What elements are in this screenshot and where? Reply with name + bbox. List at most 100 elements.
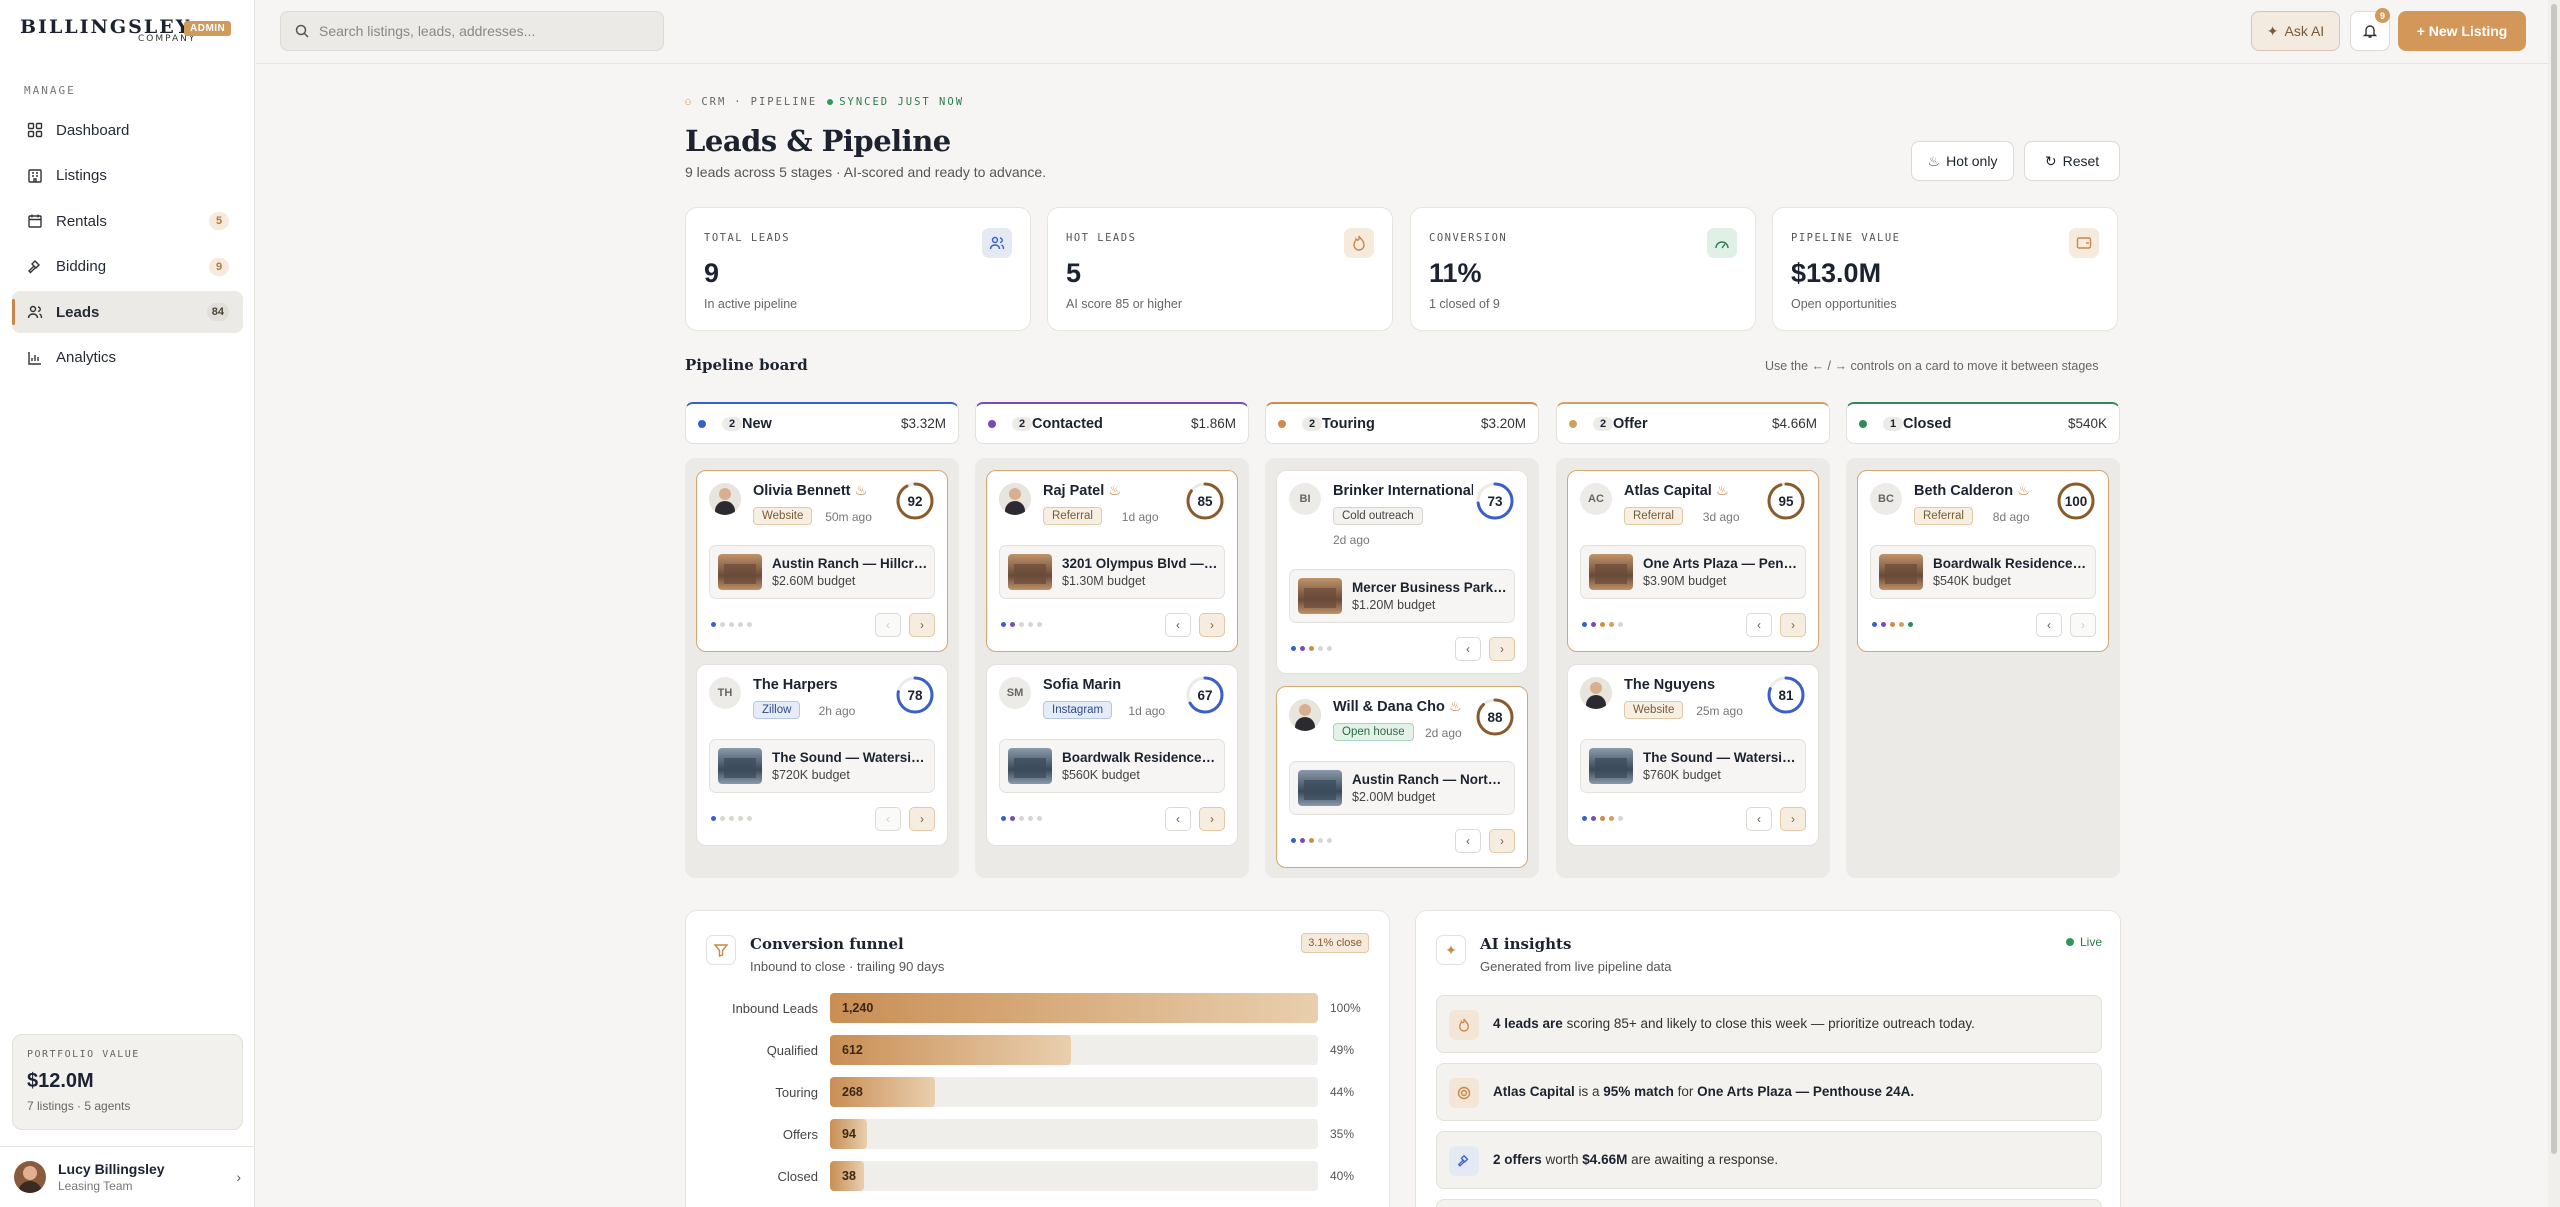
lead-card[interactable]: TH The Harpers Zillow 2h ago 78 The Sound — W… bbox=[696, 664, 948, 846]
move-next-button[interactable]: › bbox=[2070, 613, 2096, 637]
brand-logo[interactable]: BILLINGSLEY COMPANY ADMIN bbox=[20, 16, 235, 50]
lead-name[interactable]: Beth Calderon ♨ bbox=[1914, 483, 2054, 499]
funnel-row: Touring 268 44% bbox=[706, 1077, 1366, 1107]
move-prev-button[interactable]: ‹ bbox=[1455, 637, 1481, 661]
property-chip[interactable]: Austin Ranch — Hillcrest Estates $2.60M b… bbox=[709, 545, 935, 599]
insight-item[interactable]: Atlas Capital is a 95% match for One Art… bbox=[1436, 1063, 2102, 1121]
sidebar-item-rentals[interactable]: Rentals 5 bbox=[12, 200, 243, 242]
property-chip[interactable]: Boardwalk Residences — Unit 12 $560K budg… bbox=[999, 739, 1225, 793]
scrollbar-thumb[interactable] bbox=[2551, 4, 2557, 1154]
sidebar-item-bidding[interactable]: Bidding 9 bbox=[12, 246, 243, 288]
move-next-button[interactable]: › bbox=[1780, 807, 1806, 831]
sidebar-item-listings[interactable]: Listings bbox=[12, 155, 243, 197]
move-prev-button[interactable]: ‹ bbox=[1746, 807, 1772, 831]
lead-source-tag: Referral bbox=[1043, 507, 1102, 525]
lead-name[interactable]: The Nguyens bbox=[1624, 677, 1764, 693]
move-prev-button[interactable]: ‹ bbox=[875, 613, 901, 637]
ask-ai-button[interactable]: ✦ Ask AI bbox=[2251, 11, 2340, 51]
new-listing-button[interactable]: + New Listing bbox=[2398, 11, 2526, 51]
lead-name[interactable]: Olivia Bennett ♨ bbox=[753, 483, 893, 499]
lead-name[interactable]: Sofia Marin bbox=[1043, 677, 1183, 693]
stage-progress-dot bbox=[1028, 622, 1033, 627]
lead-time: 1d ago bbox=[1128, 704, 1166, 718]
sidebar-item-analytics[interactable]: Analytics bbox=[12, 337, 243, 379]
lead-source-tag: Referral bbox=[1914, 507, 1973, 525]
chevron-left-icon: ‹ bbox=[1176, 618, 1180, 632]
insight-item[interactable]: 2 offers worth $4.66M are awaiting a res… bbox=[1436, 1131, 2102, 1189]
lead-card[interactable]: Will & Dana Cho ♨ Open house 2d ago 88 Austi… bbox=[1276, 686, 1528, 868]
lead-card[interactable]: BC Beth Calderon ♨ Referral 8d ago 100 Boardw… bbox=[1857, 470, 2109, 652]
flame-icon: ♨ bbox=[1927, 152, 1941, 169]
move-prev-button[interactable]: ‹ bbox=[1165, 613, 1191, 637]
hot-only-button[interactable]: ♨ Hot only bbox=[1911, 141, 2014, 181]
move-next-button[interactable]: › bbox=[1199, 807, 1225, 831]
ai-insights-panel: ✦ AI insights Generated from live pipeli… bbox=[1415, 910, 2121, 1207]
sidebar-item-dashboard[interactable]: Dashboard bbox=[12, 109, 243, 151]
lead-card[interactable]: AC Atlas Capital ♨ Referral 3d ago 95 One Art… bbox=[1567, 470, 1819, 652]
stage-progress bbox=[1291, 646, 1332, 651]
gavel-icon bbox=[1449, 1146, 1479, 1176]
move-next-button[interactable]: › bbox=[909, 807, 935, 831]
lead-name[interactable]: Atlas Capital ♨ bbox=[1624, 483, 1764, 499]
bar-chart-icon bbox=[26, 349, 44, 367]
breadcrumb-crm[interactable]: CRM bbox=[701, 96, 726, 108]
lead-card[interactable]: The Nguyens Website 25m ago 81 The Sound — W… bbox=[1567, 664, 1819, 846]
lead-card[interactable]: BI Brinker International Cold outreach 2d a… bbox=[1276, 470, 1528, 674]
stage-count: 2 bbox=[1302, 416, 1323, 431]
stage-count: 2 bbox=[722, 416, 743, 431]
funnel-bar bbox=[830, 1035, 1072, 1065]
chevron-left-icon: ‹ bbox=[1466, 642, 1470, 656]
property-budget: $760K budget bbox=[1643, 768, 1721, 782]
move-prev-button[interactable]: ‹ bbox=[1165, 807, 1191, 831]
insight-item[interactable]: 4 leads are scoring 85+ and likely to cl… bbox=[1436, 995, 2102, 1053]
move-prev-button[interactable]: ‹ bbox=[2036, 613, 2062, 637]
lead-time: 8d ago bbox=[1992, 510, 2030, 524]
search-box[interactable] bbox=[280, 11, 664, 51]
property-chip[interactable]: 3201 Olympus Blvd — Suite 400 $1.30M budg… bbox=[999, 545, 1225, 599]
move-next-button[interactable]: › bbox=[1780, 613, 1806, 637]
move-prev-button[interactable]: ‹ bbox=[1455, 829, 1481, 853]
search-input[interactable] bbox=[319, 23, 649, 39]
stage-progress-dot bbox=[1019, 622, 1024, 627]
user-role: Leasing Team bbox=[58, 1179, 133, 1193]
user-name: Lucy Billingsley bbox=[58, 1161, 165, 1177]
property-chip[interactable]: The Sound — Waterside Lofts $760K budget bbox=[1580, 739, 1806, 793]
property-chip[interactable]: The Sound — Waterside Lofts $720K budget bbox=[709, 739, 935, 793]
stage-progress-dot bbox=[1037, 622, 1042, 627]
move-next-button[interactable]: › bbox=[909, 613, 935, 637]
property-chip[interactable]: Boardwalk Residences — Unit 7 $540K budge… bbox=[1870, 545, 2096, 599]
chevron-right-icon: › bbox=[1500, 642, 1504, 656]
stage-name: New bbox=[742, 416, 772, 432]
property-chip[interactable]: One Arts Plaza — Penthouse 24A $3.90M bud… bbox=[1580, 545, 1806, 599]
lead-name[interactable]: Raj Patel ♨ bbox=[1043, 483, 1183, 499]
insight-text: are awaiting a response. bbox=[1627, 1152, 1779, 1167]
lead-name[interactable]: The Harpers bbox=[753, 677, 893, 693]
property-chip[interactable]: Austin Ranch — North Meadow $2.00M budget bbox=[1289, 761, 1515, 815]
lead-name[interactable]: Brinker International bbox=[1333, 483, 1473, 499]
page-scrollbar[interactable] bbox=[2548, 0, 2560, 1207]
lead-card[interactable]: Raj Patel ♨ Referral 1d ago 85 3201 Olympus … bbox=[986, 470, 1238, 652]
notifications-button[interactable]: 9 bbox=[2350, 8, 2390, 51]
move-next-button[interactable]: › bbox=[1489, 829, 1515, 853]
property-thumbnail bbox=[1298, 578, 1342, 614]
sidebar-item-leads[interactable]: Leads 84 bbox=[12, 291, 243, 333]
insight-item[interactable] bbox=[1436, 1199, 2102, 1207]
user-profile[interactable]: Lucy Billingsley Leasing Team › bbox=[0, 1146, 255, 1207]
move-prev-button[interactable]: ‹ bbox=[1746, 613, 1772, 637]
stage-dot bbox=[988, 419, 996, 428]
lead-name[interactable]: Will & Dana Cho ♨ bbox=[1333, 699, 1473, 715]
reset-button[interactable]: ↻ Reset bbox=[2024, 141, 2120, 181]
stage-progress-dot bbox=[1890, 622, 1895, 627]
lead-name-text: Brinker International bbox=[1333, 483, 1473, 499]
move-next-button[interactable]: › bbox=[1199, 613, 1225, 637]
move-next-button[interactable]: › bbox=[1489, 637, 1515, 661]
lead-card[interactable]: SM Sofia Marin Instagram 1d ago 67 Boardwalk … bbox=[986, 664, 1238, 846]
move-prev-button[interactable]: ‹ bbox=[875, 807, 901, 831]
sidebar-item-label: Analytics bbox=[56, 349, 117, 366]
funnel-row: Inbound Leads 1,240 100% bbox=[706, 993, 1366, 1023]
property-chip[interactable]: Mercer Business Park — Bldg C $1.20M budg… bbox=[1289, 569, 1515, 623]
stage-value: $3.20M bbox=[1480, 416, 1526, 431]
lead-name-text: The Harpers bbox=[753, 677, 838, 693]
lead-card[interactable]: Olivia Bennett ♨ Website 50m ago 92 Austin R… bbox=[696, 470, 948, 652]
lead-time: 25m ago bbox=[1696, 704, 1743, 718]
